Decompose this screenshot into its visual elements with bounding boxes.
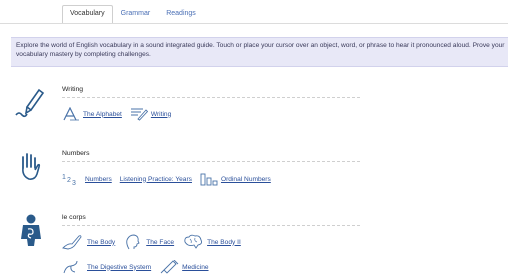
link-the-face[interactable]: The Face <box>123 234 174 250</box>
section-rule <box>62 225 360 226</box>
link-label[interactable]: The Alphabet <box>83 111 122 118</box>
hand-counting-icon <box>14 150 48 184</box>
link-the-alphabet[interactable]: The Alphabet <box>62 107 122 121</box>
face-profile-icon <box>123 234 143 250</box>
section-title-numbers: Numbers <box>62 150 90 157</box>
digestive-icon <box>62 260 84 274</box>
intro-banner: Explore the world of English vocabulary … <box>11 37 508 67</box>
syringe-icon <box>159 260 179 274</box>
section-rule <box>62 161 360 162</box>
ordinal-bars-icon <box>200 172 218 186</box>
svg-text:3: 3 <box>72 180 76 186</box>
tab-bar: Vocabulary Grammar Readings <box>62 5 204 24</box>
link-the-body-ii[interactable]: The Body II <box>182 234 241 250</box>
link-label[interactable]: Numbers <box>85 176 112 183</box>
tab-vocabulary[interactable]: Vocabulary <box>62 5 113 24</box>
link-label[interactable]: Writing <box>151 111 171 118</box>
link-label[interactable]: The Face <box>146 239 174 246</box>
link-the-digestive-system[interactable]: The Digestive System <box>62 260 151 274</box>
tab-readings[interactable]: Readings <box>158 5 204 23</box>
link-medicine[interactable]: Medicine <box>159 260 209 274</box>
numbers-123-icon: 1 2 3 <box>62 172 82 186</box>
tab-grammar[interactable]: Grammar <box>113 5 159 23</box>
link-numbers[interactable]: 1 2 3 Numbers <box>62 172 112 186</box>
writing-links: The Alphabet Writing <box>62 107 179 121</box>
svg-text:1: 1 <box>62 174 66 181</box>
link-ordinal-numbers[interactable]: Ordinal Numbers <box>200 172 271 186</box>
human-anatomy-icon <box>14 213 48 247</box>
numbers-links: 1 2 3 Numbers Listening Practice: Years … <box>62 172 279 186</box>
body-links-row1: The Body The Face The Body II <box>62 234 249 250</box>
quill-pen-icon <box>14 85 48 119</box>
link-writing[interactable]: Writing <box>130 107 171 121</box>
link-the-body[interactable]: The Body <box>62 234 115 250</box>
section-title-body: le corps <box>62 214 86 221</box>
link-label[interactable]: Medicine <box>182 264 208 271</box>
section-title-writing: Writing <box>62 86 84 93</box>
body-outline-icon <box>62 234 84 250</box>
brain-icon <box>182 234 204 250</box>
link-label[interactable]: The Digestive System <box>87 264 151 271</box>
section-rule <box>62 97 360 98</box>
alphabet-icon <box>62 107 80 121</box>
link-listening-practice-years[interactable]: Listening Practice: Years <box>120 176 192 183</box>
link-label[interactable]: Listening Practice: Years <box>120 176 192 183</box>
tab-divider <box>0 23 508 24</box>
link-label[interactable]: Ordinal Numbers <box>221 176 271 183</box>
svg-text:2: 2 <box>67 177 71 184</box>
pencil-paper-icon <box>130 107 148 121</box>
link-label[interactable]: The Body II <box>207 239 241 246</box>
body-links-row2: The Digestive System Medicine <box>62 260 217 274</box>
link-label[interactable]: The Body <box>87 239 115 246</box>
